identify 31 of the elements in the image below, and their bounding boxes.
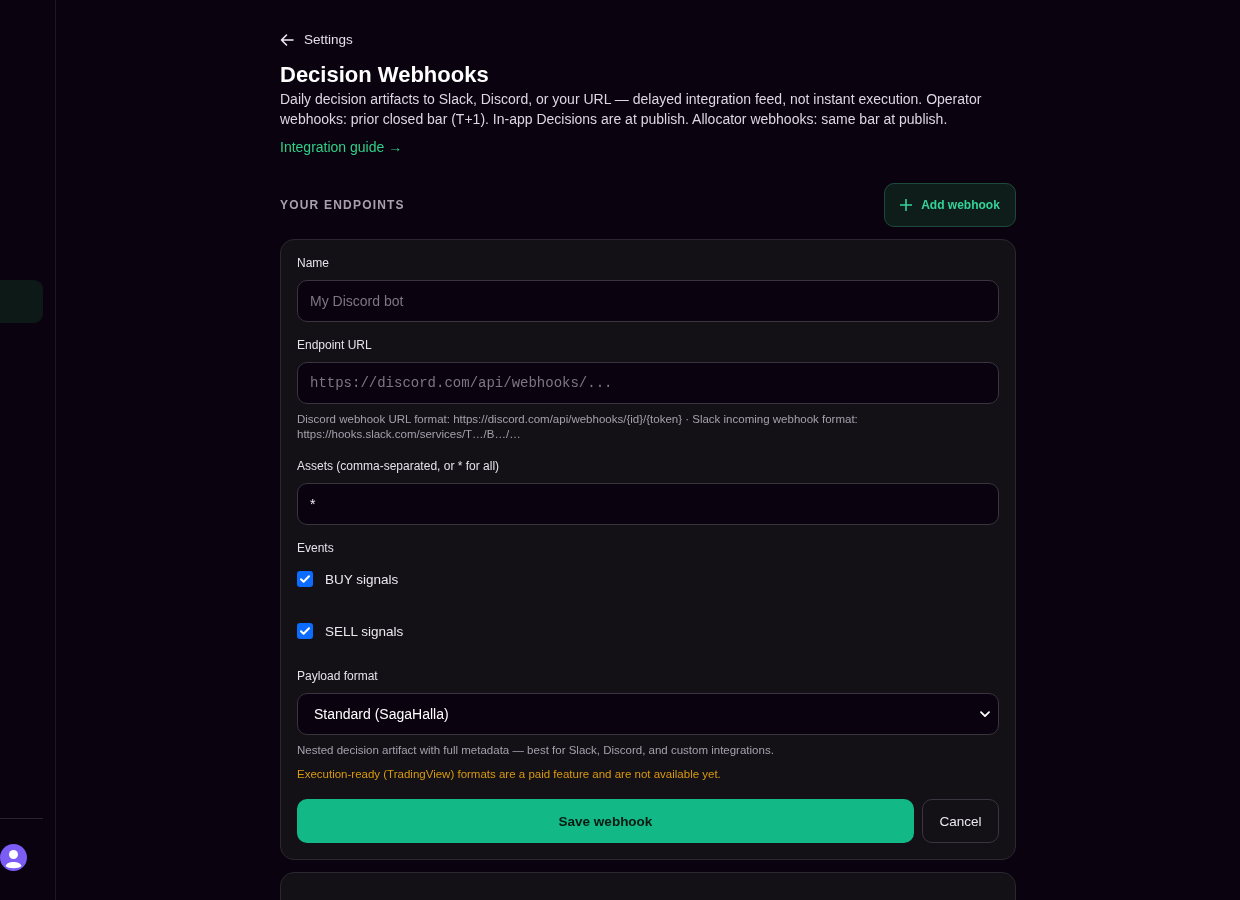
field-label: Payload format [297, 668, 378, 684]
input-field[interactable]: My Discord bot [297, 280, 999, 322]
checkmark-icon [299, 573, 311, 585]
field-label: Name [297, 255, 329, 271]
add-webhook-button[interactable]: Add webhook [884, 183, 1016, 227]
page-description: Daily decision artifacts to Slack, Discord, or your URL — delayed integration feed, not instant execution. Operator webhooks: prior closed bar (T+1). In-app Decisions are at publish. Allocator webhooks: same bar at publish. [280, 90, 983, 129]
avatar-icon[interactable] [0, 844, 27, 871]
format-hint-text: Nested decision artifact with full metadata — best for Slack, Discord, and custom integrations. [297, 743, 775, 758]
back-link-label[interactable]: Settings [304, 32, 353, 47]
format-warning-text: Execution-ready (TradingView) formats are a paid feature and are not available yet. [297, 767, 722, 782]
checkbox[interactable] [297, 623, 313, 639]
save-webhook-button[interactable]: Save webhook [297, 799, 914, 843]
input-field[interactable]: * [297, 483, 999, 525]
plus-icon [900, 199, 913, 211]
chevron-down-icon [980, 710, 990, 718]
field-label: Assets (comma-separated, or * for all) [297, 458, 500, 474]
back-link[interactable]: Settings [280, 32, 353, 47]
field-label: Endpoint URL [297, 337, 372, 353]
page-title: Decision Webhooks [280, 61, 490, 89]
cancel-button[interactable]: Cancel [922, 799, 999, 843]
field-help-text: Discord webhook URL format: https://discord.com/api/webhooks/{id}/{token} · Slack incoming webhook format: https://hooks.slack.com/services/T…/B…/… [297, 412, 859, 442]
checkbox[interactable] [297, 571, 313, 587]
back-arrow-icon [280, 32, 294, 47]
section-title: YOUR ENDPOINTS [280, 198, 405, 212]
checkmark-icon [299, 625, 311, 637]
field-label: Events [297, 540, 334, 556]
input-field[interactable]: https://discord.com/api/webhooks/... [297, 362, 999, 404]
checkbox-label[interactable]: BUY signals [325, 571, 399, 587]
payload-format-select[interactable]: Standard (SagaHalla) [297, 693, 999, 735]
checkbox-label[interactable]: SELL signals [325, 623, 404, 639]
integration-guide-link[interactable]: Integration guide → [280, 137, 403, 157]
